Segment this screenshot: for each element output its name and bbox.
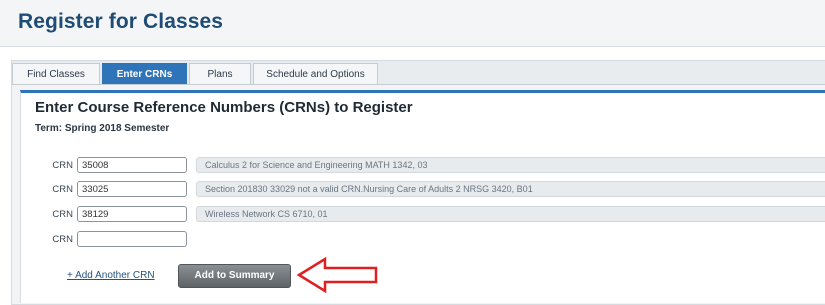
crn-input[interactable]: 33025 — [77, 181, 187, 197]
crn-course-description: Section 201830 33029 not a valid CRN.Nur… — [196, 181, 825, 197]
crn-row: CRN 33025 Section 201830 33029 not a val… — [43, 181, 825, 199]
red-arrow-icon — [297, 256, 378, 294]
add-to-summary-button[interactable]: Add to Summary — [178, 264, 291, 288]
crn-course-description: Calculus 2 for Science and Engineering M… — [196, 157, 825, 173]
crn-label: CRN — [52, 234, 73, 245]
crn-row: CRN 38129 Wireless Network CS 6710, 01 — [43, 206, 825, 224]
tab-find-classes[interactable]: Find Classes — [12, 63, 100, 84]
crn-label: CRN — [52, 184, 73, 195]
tab-bar: Find Classes Enter CRNs Plans Schedule a… — [12, 61, 825, 85]
crn-input[interactable]: 38129 — [77, 206, 187, 222]
crn-input[interactable] — [77, 231, 187, 247]
enter-crns-content: Enter Course Reference Numbers (CRNs) to… — [20, 90, 825, 303]
section-heading: Enter Course Reference Numbers (CRNs) to… — [35, 99, 413, 116]
crn-input[interactable]: 35008 — [77, 157, 187, 173]
term-label: Term: Spring 2018 Semester — [35, 123, 170, 134]
registration-panel: Find Classes Enter CRNs Plans Schedule a… — [11, 60, 825, 305]
tab-schedule-and-options[interactable]: Schedule and Options — [253, 63, 378, 84]
crn-label: CRN — [52, 160, 73, 171]
crn-row: CRN 35008 Calculus 2 for Science and Eng… — [43, 157, 825, 175]
add-another-crn-link[interactable]: + Add Another CRN — [67, 270, 155, 281]
crn-course-description: Wireless Network CS 6710, 01 — [196, 206, 825, 222]
page-header: Register for Classes — [0, 0, 825, 47]
tab-enter-crns[interactable]: Enter CRNs — [102, 63, 187, 84]
crn-label: CRN — [52, 209, 73, 220]
tab-plans[interactable]: Plans — [189, 63, 251, 84]
crn-row: CRN — [43, 231, 825, 249]
page-title: Register for Classes — [18, 10, 224, 33]
